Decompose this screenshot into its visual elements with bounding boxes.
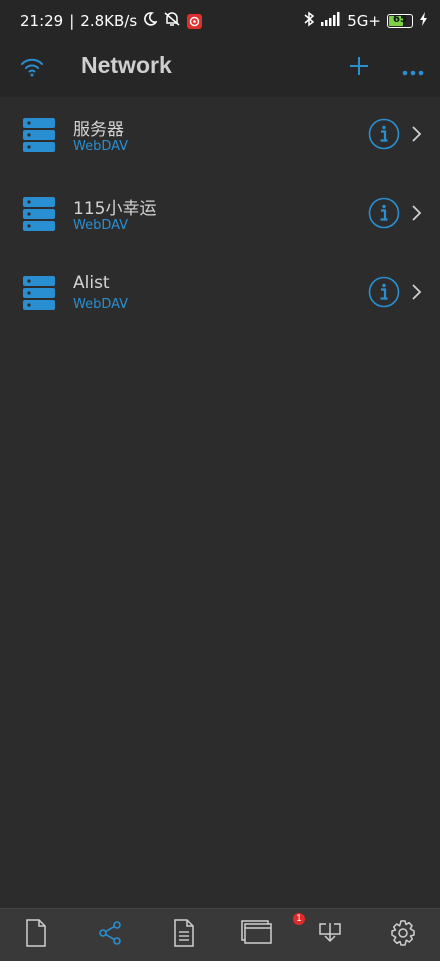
connection-list: 服务器 WebDAV 115小幸运 WebDAV Alist WebDAV (0, 97, 440, 334)
tab-files[interactable] (25, 919, 47, 951)
battery-icon: 65 (387, 14, 413, 28)
tab-settings[interactable] (389, 919, 417, 951)
notification-badge: 1 (293, 913, 305, 925)
list-item[interactable]: Alist WebDAV (0, 255, 440, 334)
moon-icon (143, 12, 158, 30)
signal-icon (321, 12, 341, 30)
server-icon (22, 275, 56, 315)
download-icon (318, 923, 342, 948)
app-notification-icon (187, 13, 203, 29)
info-icon[interactable] (368, 197, 400, 233)
file-icon (25, 919, 47, 951)
info-icon[interactable] (368, 118, 400, 154)
status-net-speed: 2.8KB/s (80, 12, 138, 30)
tab-network[interactable] (98, 921, 122, 949)
charging-icon (419, 12, 428, 30)
battery-level: 65 (393, 14, 407, 25)
tab-documents[interactable] (173, 919, 195, 951)
connection-name: 115小幸运 (73, 199, 157, 219)
connection-name: Alist (73, 273, 110, 293)
chevron-right-icon[interactable] (410, 284, 422, 304)
tab-downloads[interactable] (318, 922, 342, 948)
server-icon (22, 196, 56, 236)
wifi-icon[interactable] (20, 56, 44, 82)
connection-type: WebDAV (73, 139, 129, 154)
tab-windows[interactable] (241, 920, 273, 948)
server-icon (22, 117, 56, 157)
document-icon (173, 919, 195, 951)
app-header: Network (0, 40, 440, 97)
bluetooth-icon (303, 11, 315, 31)
chevron-right-icon[interactable] (410, 126, 422, 146)
settings-icon (389, 920, 417, 951)
network-type: 5G+ (347, 12, 381, 30)
list-item[interactable]: 115小幸运 WebDAV (0, 176, 440, 255)
add-icon (348, 57, 370, 81)
status-separator: | (69, 12, 75, 30)
connection-name: 服务器 (73, 120, 124, 140)
info-icon[interactable] (368, 276, 400, 312)
status-bar: 21:29 | 2.8KB/s 5G+ 65 (0, 0, 440, 40)
more-button[interactable] (402, 62, 424, 81)
windows-icon (241, 920, 273, 948)
add-button[interactable] (348, 55, 370, 81)
connection-type: WebDAV (73, 218, 129, 233)
status-left: 21:29 | 2.8KB/s (20, 11, 203, 31)
connection-type: WebDAV (73, 297, 129, 312)
chevron-right-icon[interactable] (410, 205, 422, 225)
list-item[interactable]: 服务器 WebDAV (0, 97, 440, 176)
muted-vibrate-icon (163, 11, 181, 31)
page-title: Network (81, 52, 172, 78)
status-time: 21:29 (20, 12, 64, 30)
status-right: 5G+ 65 (303, 11, 428, 31)
bottom-tab-bar: 1 (0, 908, 440, 961)
more-icon (402, 62, 424, 81)
share-icon (98, 921, 122, 949)
